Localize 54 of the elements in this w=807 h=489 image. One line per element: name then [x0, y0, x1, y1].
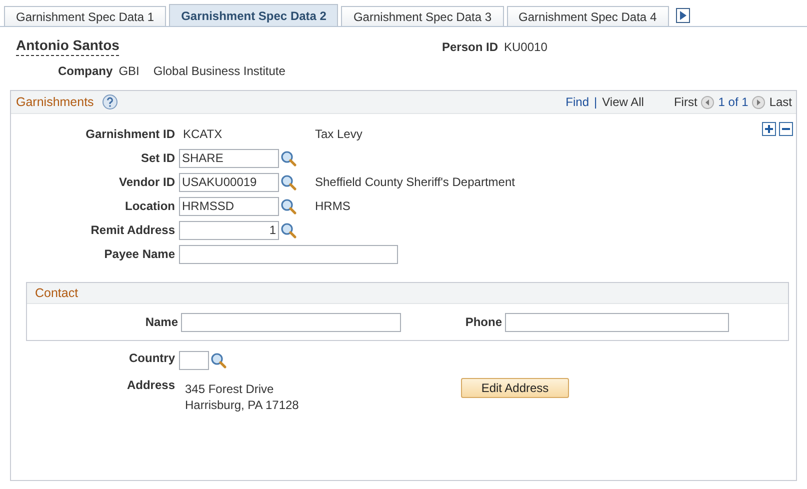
company-code: GBI	[118, 64, 140, 78]
field-description: Tax Levy	[315, 127, 362, 141]
remove-row-icon[interactable]	[779, 122, 793, 136]
input-field[interactable]: 1	[179, 220, 279, 240]
field-label: Phone	[464, 315, 503, 329]
field-label: Location	[124, 199, 176, 213]
field-label: Garnishment ID	[84, 127, 176, 141]
tab[interactable]: Garnishment Spec Data 2	[169, 4, 338, 26]
person-id-label: Person ID	[442, 40, 498, 54]
field-label: Name	[144, 315, 179, 329]
company-name: Global Business Institute	[153, 64, 286, 78]
link-separator: |	[594, 95, 598, 109]
field-label: Set ID	[140, 151, 176, 165]
name-field[interactable]	[181, 312, 401, 332]
panel-title: Garnishments	[16, 95, 94, 109]
find-link[interactable]: Find	[566, 95, 590, 109]
search-icon[interactable]	[280, 222, 297, 238]
search-icon[interactable]	[280, 150, 297, 166]
field-description: HRMS	[315, 199, 350, 213]
search-icon[interactable]	[280, 174, 297, 190]
next-icon[interactable]	[752, 96, 766, 108]
field-label: Payee Name	[103, 247, 176, 261]
add-row-icon[interactable]	[762, 122, 776, 136]
help-icon[interactable]	[102, 94, 118, 110]
previous-icon[interactable]	[701, 96, 714, 108]
search-icon[interactable]	[280, 198, 297, 214]
field-label: Address	[126, 378, 176, 394]
tab[interactable]: Garnishment Spec Data 4	[506, 6, 669, 26]
address-line: 345 Forest Drive	[185, 381, 275, 397]
company-label: Company	[58, 64, 113, 78]
field-label: Remit Address	[90, 223, 176, 237]
search-icon[interactable]	[210, 352, 227, 369]
next-tab-icon[interactable]	[676, 8, 690, 22]
input-field[interactable]: USAKU00019	[179, 172, 279, 192]
tab[interactable]: Garnishment Spec Data 3	[341, 6, 504, 26]
last-label: Last	[769, 95, 792, 109]
tab[interactable]: Garnishment Spec Data 1	[4, 6, 166, 26]
field-description: Sheffield County Sheriff's Department	[315, 175, 515, 189]
garnishment-id-value: KCATX	[182, 127, 222, 141]
contact-title: Contact	[35, 286, 78, 300]
field-label: Vendor ID	[118, 175, 176, 189]
person-id-value: KU0010	[504, 40, 548, 54]
view-all-link[interactable]: View All	[602, 95, 644, 109]
first-label: First	[674, 95, 698, 109]
phone-field[interactable]	[505, 312, 729, 332]
address-line: Harrisburg, PA 17128	[185, 397, 300, 413]
country-field[interactable]	[179, 351, 209, 370]
input-field[interactable]	[179, 244, 398, 264]
page-count: 1 of 1	[718, 95, 748, 109]
employee-name: Antonio Santos	[16, 37, 120, 56]
edit-address-button[interactable]: Edit Address	[461, 378, 569, 398]
input-field[interactable]: HRMSSD	[179, 196, 279, 216]
input-field[interactable]: SHARE	[179, 148, 279, 168]
field-label: Country	[128, 351, 176, 367]
